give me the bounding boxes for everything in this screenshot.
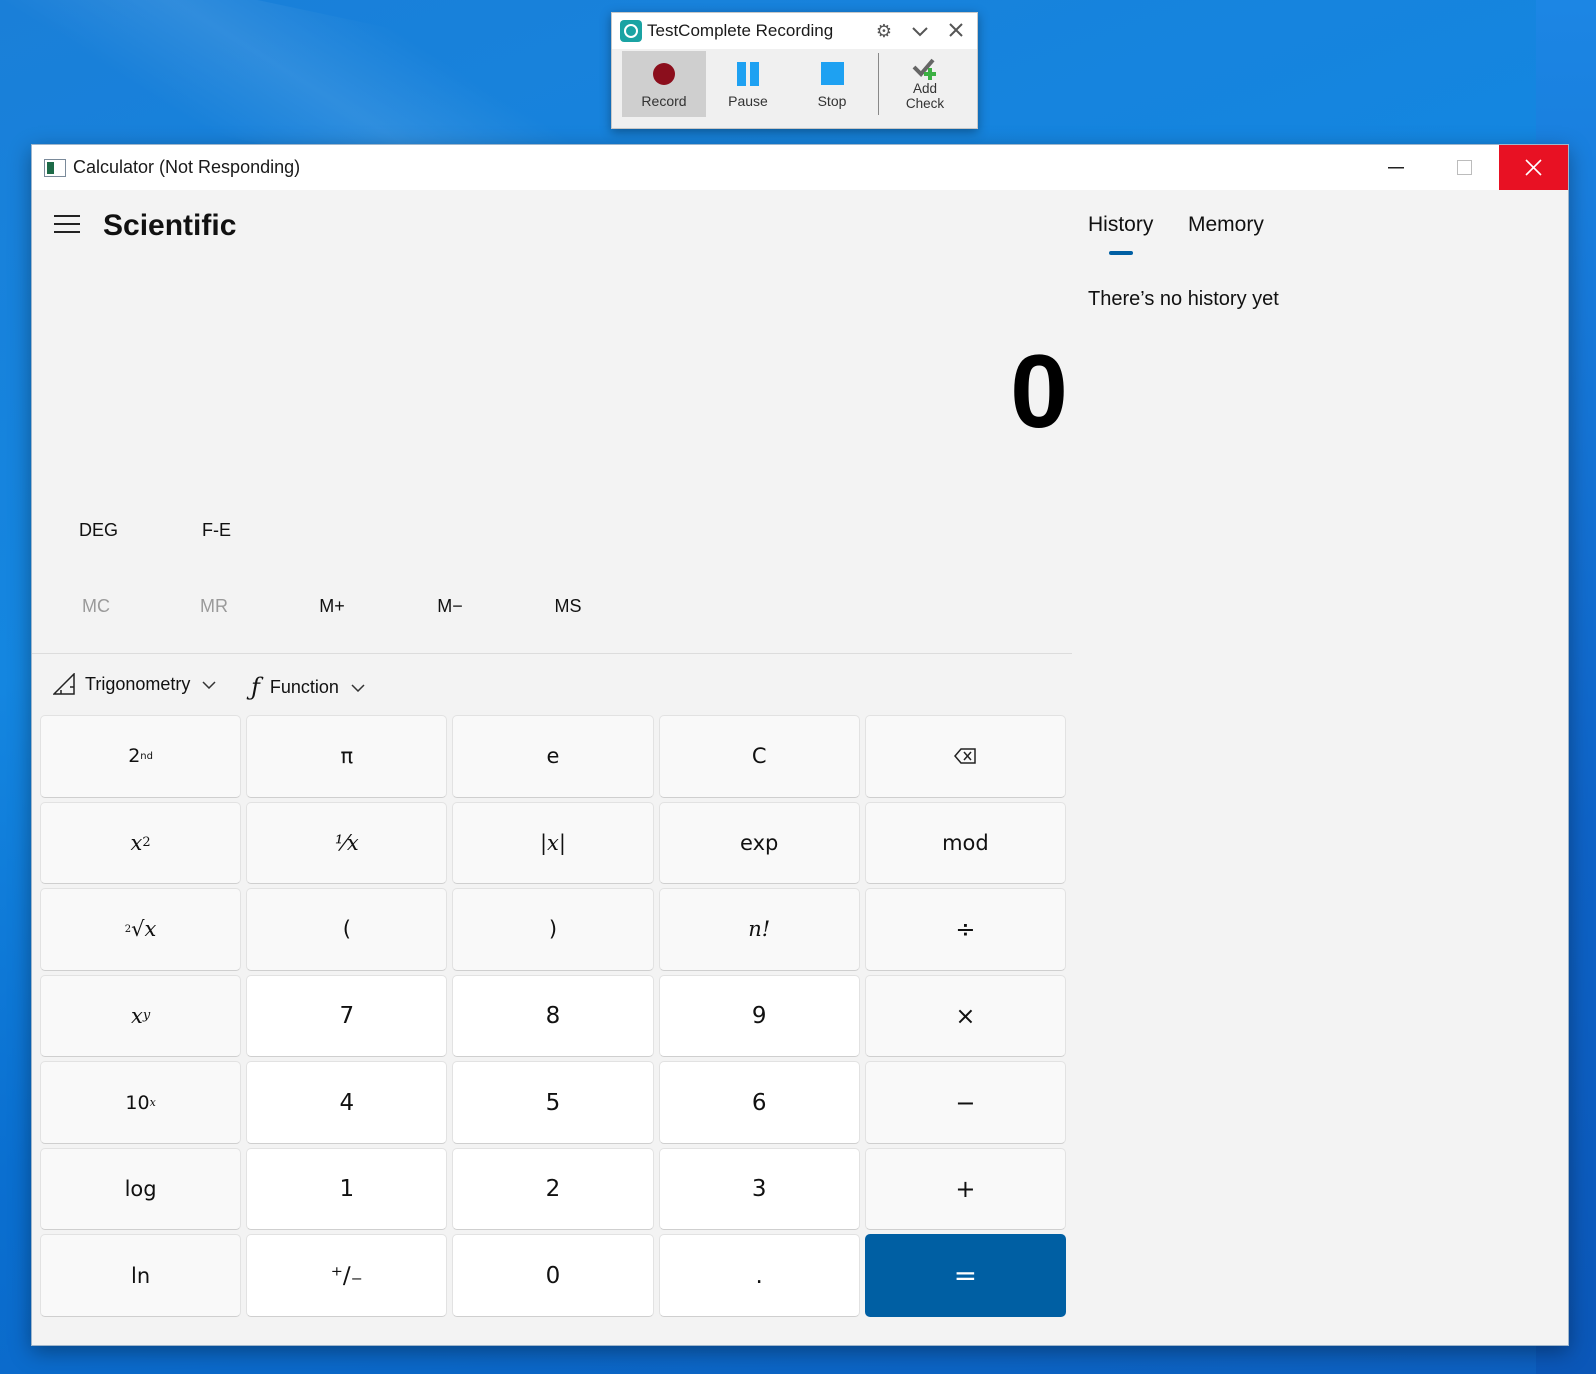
stop-button[interactable]: Stop bbox=[790, 51, 874, 117]
window-title: Calculator (Not Responding) bbox=[73, 157, 301, 177]
calculator-window: Calculator (Not Responding) Scientific 0… bbox=[31, 144, 1569, 1346]
absolute-value-button[interactable]: |x| bbox=[452, 801, 654, 885]
reciprocal-button[interactable]: ⅟x bbox=[246, 801, 448, 885]
seven-button[interactable]: 7 bbox=[246, 974, 448, 1058]
mod-button[interactable]: mod bbox=[864, 801, 1066, 885]
chevron-down-icon bbox=[351, 680, 365, 695]
angle-unit-toggle[interactable]: DEG bbox=[79, 520, 118, 541]
memory-clear-button[interactable]: MC bbox=[37, 596, 155, 617]
gear-icon[interactable]: ⚙ bbox=[871, 21, 897, 42]
add-check-label-line2: Check bbox=[905, 96, 945, 111]
recording-actions: Record Pause Stop Add Check bbox=[612, 51, 977, 117]
result-display: 0 bbox=[1010, 334, 1068, 450]
maximize-button[interactable] bbox=[1430, 145, 1499, 190]
natural-log-button[interactable]: ln bbox=[40, 1234, 242, 1317]
close-paren-button[interactable]: ) bbox=[452, 888, 654, 971]
window-titlebar[interactable]: Calculator (Not Responding) bbox=[32, 145, 1568, 190]
open-paren-button[interactable]: ( bbox=[246, 888, 448, 971]
add-check-label-line1: Add bbox=[912, 81, 937, 96]
fe-toggle[interactable]: F-E bbox=[202, 520, 231, 541]
chevron-down-icon bbox=[202, 677, 216, 692]
nine-button[interactable]: 9 bbox=[658, 974, 860, 1058]
chevron-down-icon[interactable] bbox=[907, 21, 933, 42]
factorial-button[interactable]: n! bbox=[658, 888, 860, 971]
six-button[interactable]: 6 bbox=[658, 1061, 860, 1144]
zero-button[interactable]: 0 bbox=[452, 1234, 654, 1317]
triangle-ruler-icon bbox=[53, 673, 75, 695]
memory-subtract-button[interactable]: M− bbox=[391, 596, 509, 617]
recording-toolbar-titlebar[interactable]: TestComplete Recording ⚙ bbox=[612, 13, 977, 49]
testcomplete-logo-icon bbox=[620, 20, 642, 42]
record-label: Record bbox=[641, 92, 687, 109]
keypad: 2nd π e C x2 ⅟x |x| exp mod 2 √x ( ) n! ÷… bbox=[40, 715, 1066, 1317]
second-function-button[interactable]: 2nd bbox=[40, 715, 242, 798]
square-button[interactable]: x2 bbox=[40, 801, 242, 885]
active-tab-indicator bbox=[1109, 251, 1133, 255]
decimal-button[interactable]: . bbox=[658, 1234, 860, 1317]
clear-button[interactable]: C bbox=[658, 715, 860, 798]
toolbar-separator bbox=[878, 53, 879, 115]
euler-button[interactable]: e bbox=[452, 715, 654, 798]
minus-button[interactable]: − bbox=[864, 1061, 1066, 1144]
backspace-button[interactable] bbox=[864, 715, 1066, 798]
trigonometry-label: Trigonometry bbox=[85, 673, 191, 694]
pause-icon bbox=[737, 60, 759, 88]
recording-toolbar: TestComplete Recording ⚙ Record Pause St… bbox=[611, 12, 978, 129]
pause-button[interactable]: Pause bbox=[706, 51, 790, 117]
trigonometry-dropdown[interactable]: Trigonometry bbox=[53, 673, 216, 695]
eight-button[interactable]: 8 bbox=[452, 974, 654, 1058]
two-button[interactable]: 2 bbox=[452, 1147, 654, 1231]
add-check-icon bbox=[911, 57, 939, 81]
four-button[interactable]: 4 bbox=[246, 1061, 448, 1144]
pause-label: Pause bbox=[728, 92, 768, 109]
multiply-button[interactable]: × bbox=[864, 974, 1066, 1058]
ten-power-button[interactable]: 10 x bbox=[40, 1061, 242, 1144]
pi-button[interactable]: π bbox=[246, 715, 448, 798]
function-icon: ƒ bbox=[251, 673, 260, 701]
stop-label: Stop bbox=[817, 92, 847, 109]
log-button[interactable]: log bbox=[40, 1147, 242, 1231]
negate-button[interactable]: ⁺∕₋ bbox=[246, 1234, 448, 1317]
record-button[interactable]: Record bbox=[622, 51, 706, 117]
tab-history[interactable]: History bbox=[1088, 213, 1153, 237]
minimize-button[interactable] bbox=[1361, 145, 1430, 190]
one-button[interactable]: 1 bbox=[246, 1147, 448, 1231]
power-button[interactable]: xy bbox=[40, 974, 242, 1058]
divide-button[interactable]: ÷ bbox=[864, 888, 1066, 971]
close-button[interactable] bbox=[1499, 145, 1568, 190]
three-button[interactable]: 3 bbox=[658, 1147, 860, 1231]
memory-store-button[interactable]: MS bbox=[509, 596, 627, 617]
mode-title: Scientific bbox=[103, 209, 237, 242]
record-icon bbox=[653, 60, 675, 88]
memory-divider bbox=[32, 653, 1072, 654]
square-root-button[interactable]: 2 √x bbox=[40, 888, 242, 971]
function-dropdown[interactable]: ƒ Function bbox=[251, 673, 365, 701]
history-empty-message: There’s no history yet bbox=[1088, 288, 1279, 310]
memory-add-button[interactable]: M+ bbox=[273, 596, 391, 617]
hamburger-menu-icon[interactable] bbox=[54, 215, 80, 237]
exp-button[interactable]: exp bbox=[658, 801, 860, 885]
add-check-button[interactable]: Add Check bbox=[883, 51, 967, 117]
close-icon[interactable] bbox=[943, 21, 969, 42]
backspace-icon bbox=[954, 748, 977, 765]
memory-recall-button[interactable]: MR bbox=[155, 596, 273, 617]
function-label: Function bbox=[269, 676, 339, 697]
stop-icon bbox=[820, 60, 844, 88]
recording-toolbar-title: TestComplete Recording bbox=[647, 21, 834, 40]
plus-button[interactable]: + bbox=[864, 1147, 1066, 1231]
tab-memory[interactable]: Memory bbox=[1188, 213, 1264, 237]
equals-button[interactable]: = bbox=[864, 1234, 1066, 1317]
five-button[interactable]: 5 bbox=[452, 1061, 654, 1144]
calculator-app-icon bbox=[44, 158, 66, 177]
